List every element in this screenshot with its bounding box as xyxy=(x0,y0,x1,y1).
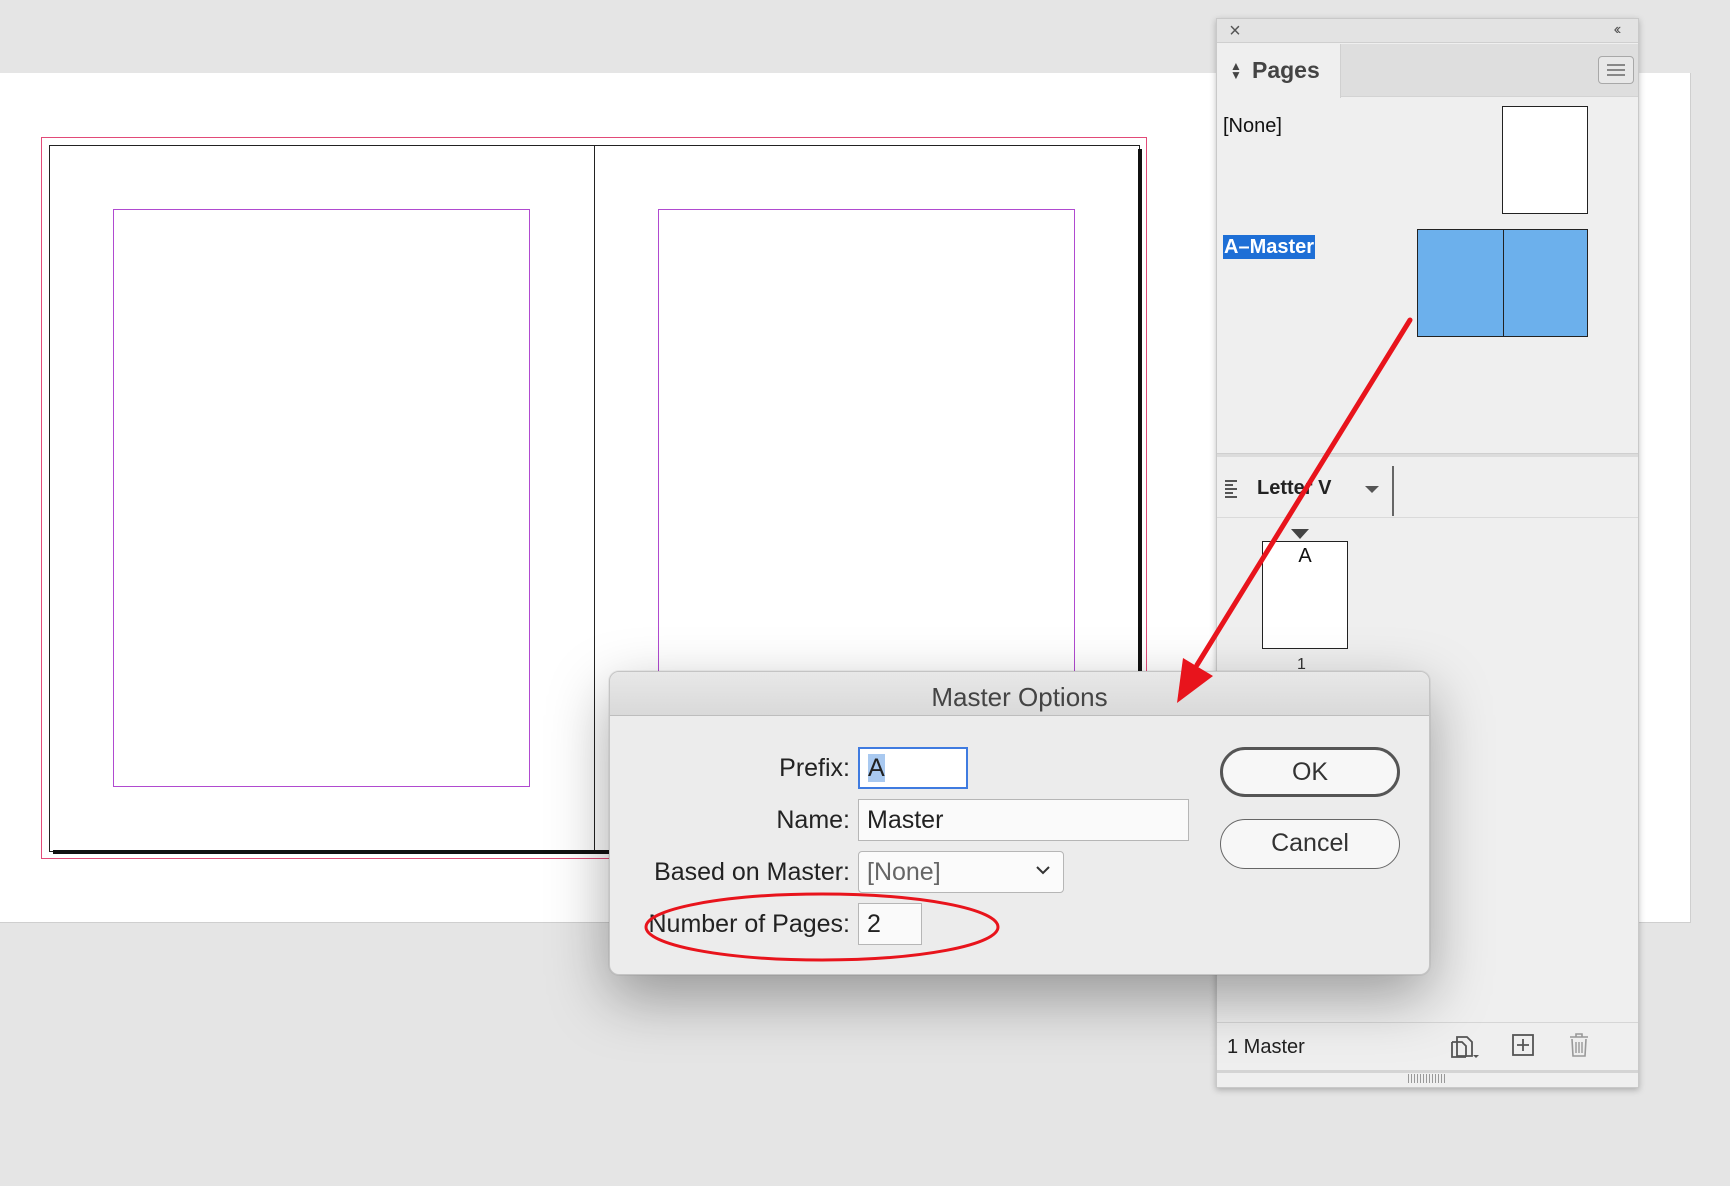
collapse-icon[interactable]: ‹‹ xyxy=(1604,19,1628,41)
sort-icon: ▲ ▼ xyxy=(1230,59,1242,82)
prefix-label: Prefix: xyxy=(779,754,850,782)
prefix-input[interactable]: A xyxy=(858,747,968,789)
master-none-thumbnail[interactable] xyxy=(1502,106,1588,214)
page-master-prefix: A xyxy=(1298,545,1312,567)
prefix-input-value: A xyxy=(868,754,885,782)
number-of-pages-input[interactable]: 2 xyxy=(858,903,922,945)
based-on-master-label: Based on Master: xyxy=(654,858,850,886)
master-a-master-thumbnail[interactable] xyxy=(1417,229,1588,337)
master-options-dialog: Master Options Prefix: A Name: Master Ba… xyxy=(609,671,1430,975)
panel-split-divider[interactable] xyxy=(1217,453,1638,457)
tab-pages[interactable]: ▲ ▼ Pages xyxy=(1217,44,1341,98)
panel-footer: 1 Master xyxy=(1217,1022,1638,1070)
trash-icon[interactable] xyxy=(1568,1032,1590,1058)
chevron-down-icon[interactable] xyxy=(1365,486,1379,493)
dialog-title: Master Options xyxy=(931,682,1108,712)
master-count-status: 1 Master xyxy=(1227,1036,1305,1058)
panel-menu-icon[interactable] xyxy=(1598,56,1634,84)
tab-pages-label: Pages xyxy=(1252,57,1320,83)
number-of-pages-label: Number of Pages: xyxy=(648,910,851,938)
panel-tab-bar: ▲ ▼ Pages xyxy=(1217,44,1638,98)
resize-grip-icon[interactable] xyxy=(1408,1074,1448,1084)
name-input[interactable]: Master xyxy=(858,799,1189,841)
close-icon[interactable]: × xyxy=(1225,20,1245,42)
dialog-titlebar[interactable]: Master Options xyxy=(610,672,1429,716)
page-size-value[interactable]: Letter V xyxy=(1257,476,1331,500)
page-list-icon xyxy=(1225,480,1237,498)
based-on-master-select[interactable]: [None] xyxy=(858,851,1064,893)
page-size-toolbar: Letter V xyxy=(1217,458,1638,518)
margin-guide-left xyxy=(113,209,530,787)
spread-divider xyxy=(1503,230,1504,336)
cancel-button[interactable]: Cancel xyxy=(1220,819,1400,869)
edit-page-size-icon[interactable] xyxy=(1449,1033,1479,1061)
ok-button[interactable]: OK xyxy=(1220,747,1400,797)
page-1-thumbnail[interactable]: A xyxy=(1262,541,1348,649)
based-on-master-value: [None] xyxy=(867,858,941,886)
chevron-down-icon xyxy=(1033,860,1053,880)
name-label: Name: xyxy=(776,806,850,834)
current-page-marker-icon xyxy=(1291,529,1309,539)
toolbar-divider xyxy=(1392,466,1394,516)
master-item-none-label[interactable]: [None] xyxy=(1223,114,1282,138)
new-page-icon[interactable] xyxy=(1512,1034,1534,1056)
panel-bottom-bar xyxy=(1217,1070,1638,1073)
panel-title-strip: × ‹‹ xyxy=(1217,19,1638,43)
master-item-a-master-label[interactable]: A–Master xyxy=(1223,235,1316,259)
